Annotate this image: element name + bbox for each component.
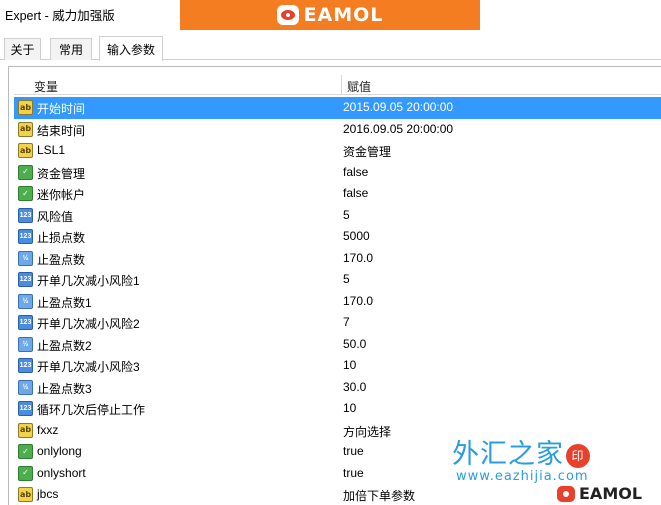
parameter-name: 开单几次减小风险3 (37, 360, 140, 374)
parameter-name: fxxz (37, 422, 59, 437)
int-icon: 123 (18, 207, 33, 223)
column-header-value[interactable]: 赋值 (347, 78, 371, 95)
parameter-name: 风险值 (37, 209, 74, 224)
parameter-row[interactable]: 123 风险值 5 (14, 205, 661, 227)
parameter-row[interactable]: 123 止损点数 5000 (14, 226, 661, 248)
int-icon: 123 (18, 272, 33, 287)
parameter-name: 迷你帐户 (37, 188, 86, 202)
string-icon: ab (18, 422, 33, 438)
parameter-row[interactable]: ab LSL1 资金管理 (14, 140, 661, 162)
double-icon: ½ (18, 336, 33, 352)
tab-label: 关于 (10, 43, 35, 57)
string-icon: ab (18, 487, 33, 502)
parameter-value[interactable]: 30.0 (343, 380, 366, 394)
parameter-name: 止盈点数1 (37, 295, 92, 310)
tab-label: 输入参数 (106, 42, 155, 57)
parameter-value[interactable]: 10 (343, 358, 356, 372)
parameter-name: jbcs (37, 487, 59, 501)
parameter-name: onlyshort (37, 465, 86, 480)
brand-banner: EAMOL (180, 0, 480, 30)
parameter-name: 开单几次减小风险1 (37, 274, 140, 288)
parameter-name: LSL1 (37, 143, 66, 157)
double-icon: ½ (18, 250, 33, 266)
int-icon: 123 (18, 229, 33, 244)
string-icon: ab (18, 100, 33, 115)
parameter-row[interactable]: 123 开单几次减小风险3 10 (14, 355, 661, 377)
parameter-row[interactable]: ½ 止盈点数1 170.0 (14, 291, 661, 313)
parameter-value[interactable]: true (343, 466, 364, 480)
double-icon: ½ (18, 293, 33, 309)
parameter-value[interactable]: 资金管理 (343, 143, 391, 160)
parameter-value[interactable]: 5 (343, 208, 350, 222)
corner-brand-name: EAMOL (579, 484, 643, 503)
tab-bar: 关于 常用 输入参数 (0, 36, 661, 61)
tab-label: 常用 (58, 43, 83, 57)
parameter-row[interactable]: ✓ 迷你帐户 false (14, 183, 661, 205)
parameter-row[interactable]: 123 循环几次后停止工作 10 (14, 398, 661, 420)
parameter-row[interactable]: 123 开单几次减小风险2 7 (14, 312, 661, 334)
parameter-row[interactable]: ab 结束时间 2016.09.05 20:00:00 (14, 119, 661, 141)
int-icon: 123 (18, 358, 33, 373)
watermark-text: 外汇之家印 (452, 432, 652, 471)
parameter-name: 资金管理 (37, 166, 86, 181)
int-icon: 123 (18, 315, 33, 330)
parameter-value[interactable]: 10 (343, 401, 356, 415)
parameter-name: 循环几次后停止工作 (37, 403, 146, 417)
parameter-name: 开始时间 (37, 102, 86, 116)
parameter-value[interactable]: 5000 (343, 229, 370, 243)
bool-icon: ✓ (18, 164, 33, 180)
parameter-name: 开单几次减小风险2 (37, 317, 140, 331)
corner-logo: EAMOL (553, 482, 661, 505)
parameter-value[interactable]: 170.0 (343, 294, 373, 308)
seal-icon: 印 (566, 443, 590, 468)
parameter-name: 止盈点数3 (37, 381, 92, 396)
grid-header: 变量 赋值 (14, 75, 661, 95)
string-icon: ab (18, 143, 33, 158)
double-icon: ½ (18, 379, 33, 395)
watermark: 外汇之家印 www.eazhijia.com (452, 432, 652, 484)
parameter-value[interactable]: 50.0 (343, 337, 366, 351)
eamol-logo-icon (557, 485, 575, 502)
parameter-value[interactable]: 方向选择 (343, 423, 391, 440)
parameter-value[interactable]: true (343, 444, 364, 458)
brand-logo: EAMOL (276, 4, 384, 26)
parameter-name: 止盈点数2 (37, 338, 92, 353)
parameter-value[interactable]: 2015.09.05 20:00:00 (343, 100, 453, 114)
window-title: Expert - 威力加强版 (5, 9, 115, 23)
parameter-row[interactable]: ab 开始时间 2015.09.05 20:00:00 (14, 97, 661, 119)
bool-icon: ✓ (18, 444, 33, 459)
brand-name: EAMOL (303, 4, 384, 26)
parameter-name: 止盈点数 (37, 252, 86, 267)
parameter-row[interactable]: ½ 止盈点数3 30.0 (14, 377, 661, 399)
parameter-value[interactable]: 加倍下单参数 (343, 487, 415, 504)
parameter-value[interactable]: false (343, 186, 368, 200)
watermark-brand: 外汇之家 (452, 439, 564, 470)
parameter-value[interactable]: 170.0 (343, 251, 373, 265)
parameter-value[interactable]: 2016.09.05 20:00:00 (343, 122, 453, 136)
bool-icon: ✓ (18, 465, 33, 481)
parameter-row[interactable]: ½ 止盈点数 170.0 (14, 248, 661, 270)
eamol-logo-icon (276, 5, 299, 25)
parameter-value[interactable]: 7 (343, 315, 350, 329)
int-icon: 123 (18, 401, 33, 416)
parameter-row[interactable]: ½ 止盈点数2 50.0 (14, 334, 661, 356)
tab-common[interactable]: 常用 (50, 38, 92, 60)
parameter-name: 止损点数 (37, 231, 86, 245)
tab-input-params[interactable]: 输入参数 (99, 36, 163, 61)
string-icon: ab (18, 121, 33, 137)
parameter-row[interactable]: 123 开单几次减小风险1 5 (14, 269, 661, 291)
parameter-value[interactable]: false (343, 165, 368, 179)
tab-about[interactable]: 关于 (4, 38, 41, 60)
bool-icon: ✓ (18, 186, 33, 201)
column-header-variable[interactable]: 变量 (34, 78, 58, 95)
column-divider[interactable] (341, 75, 342, 95)
parameter-name: onlylong (37, 444, 82, 458)
parameter-name: 结束时间 (37, 123, 86, 138)
parameter-value[interactable]: 5 (343, 272, 350, 286)
parameter-row[interactable]: ✓ 资金管理 false (14, 162, 661, 184)
